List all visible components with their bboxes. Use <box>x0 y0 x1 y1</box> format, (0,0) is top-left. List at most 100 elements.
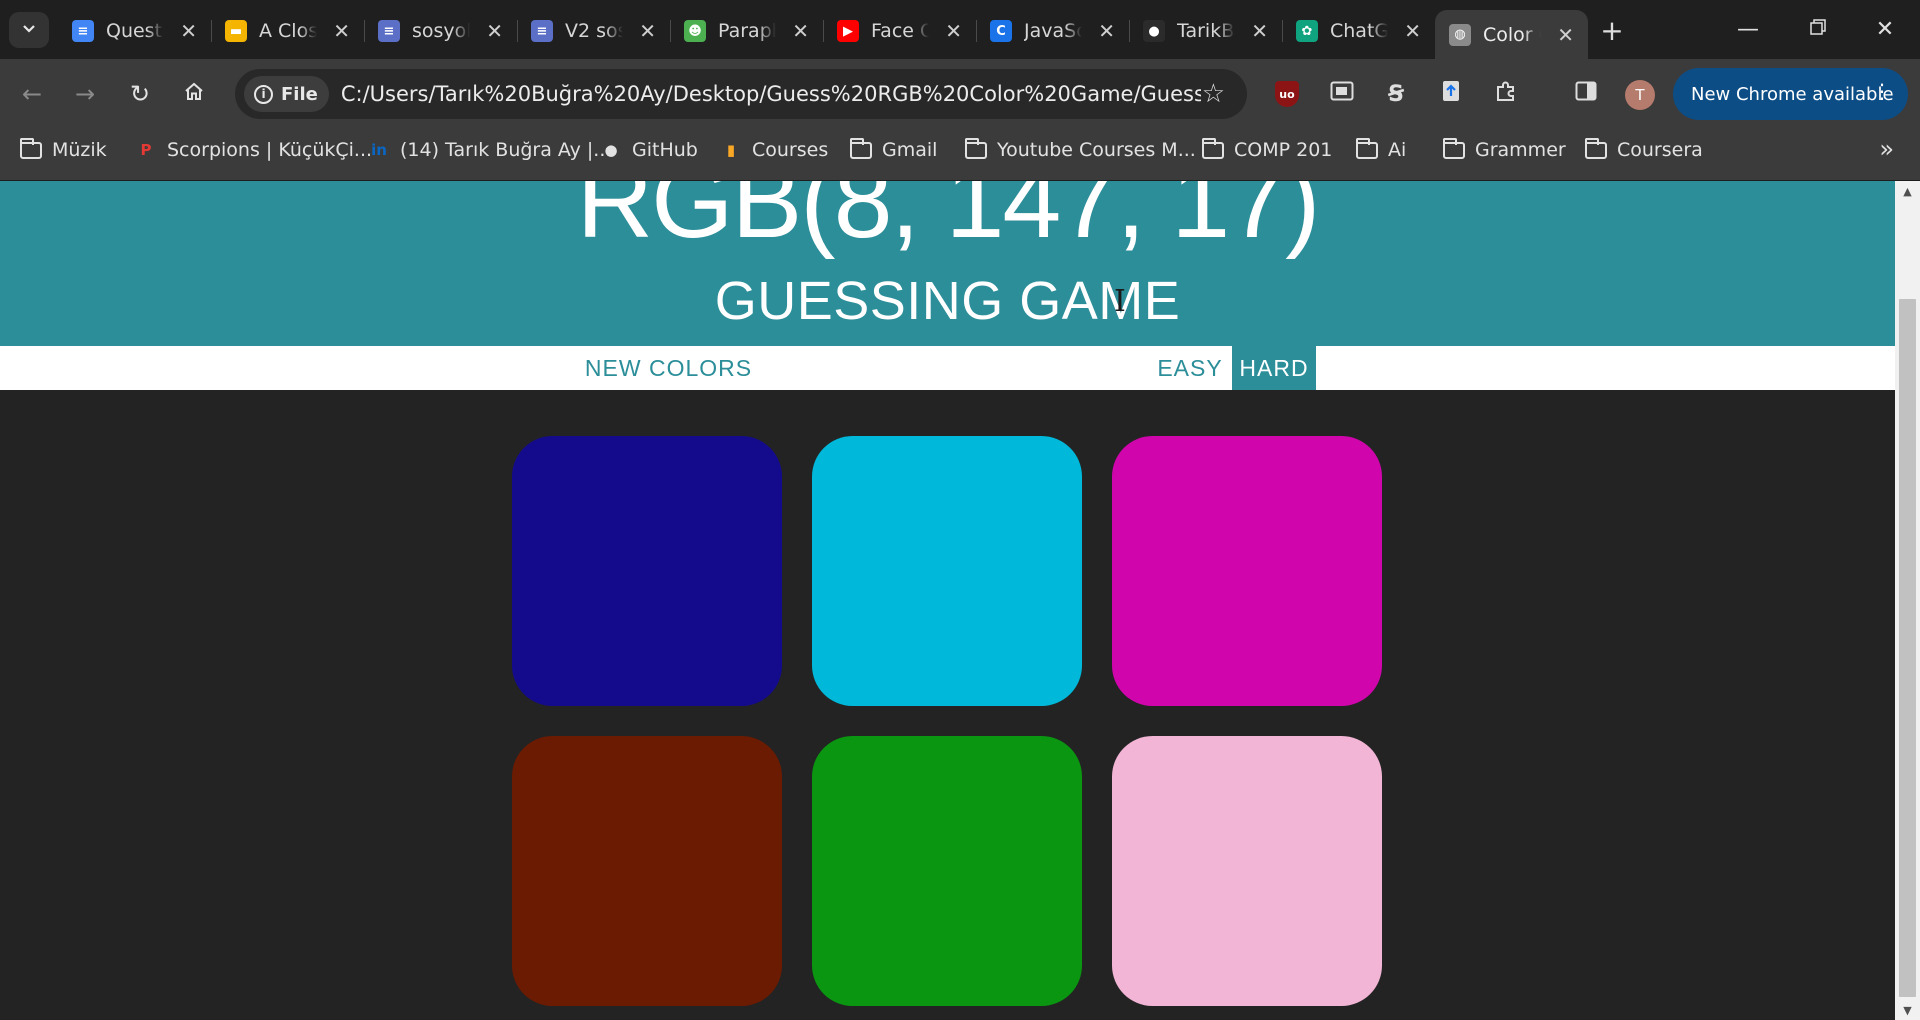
more-vertical-icon: ⋮ <box>1872 79 1892 103</box>
new-colors-button[interactable]: NEW COLORS <box>580 346 757 390</box>
bookmark-item[interactable]: P Scorpions | KüçükÇi... <box>135 129 373 171</box>
close-tab-icon[interactable]: ✕ <box>945 19 962 43</box>
back-button[interactable]: ← <box>14 76 50 112</box>
close-tab-icon[interactable]: ✕ <box>1404 19 1421 43</box>
color-square[interactable] <box>512 736 782 1006</box>
folder-icon <box>1585 137 1607 161</box>
update-label: New Chrome available <box>1691 83 1894 105</box>
tab-title: Questions <box>106 20 164 42</box>
github-icon: ● <box>1143 20 1165 42</box>
more-bookmarks-icon[interactable]: » <box>1879 135 1894 163</box>
bookmark-item[interactable]: Müzik <box>20 129 107 171</box>
close-tab-icon[interactable]: ✕ <box>1251 19 1268 43</box>
browser-tab[interactable]: ▶ Face Co ✕ <box>823 10 976 52</box>
tab-strip: ≡ Questions ✕ ▬ A Closer Look ✕ ≡ sosyoloji ✕ ≡ V2… <box>0 0 1920 59</box>
folder-shape <box>1356 137 1378 159</box>
browser-tab[interactable]: ✿ ChatGPT ✕ <box>1282 10 1435 52</box>
bookmark-star-icon[interactable]: ☆ <box>1202 79 1225 109</box>
reload-icon: ↻ <box>129 80 151 108</box>
browser-tab[interactable]: C JavaScript ✕ <box>976 10 1129 52</box>
close-tab-icon[interactable]: ✕ <box>1557 23 1574 47</box>
color-square[interactable] <box>512 436 782 706</box>
google-docs-icon: ≡ <box>72 20 94 42</box>
close-tab-icon[interactable]: ✕ <box>792 19 809 43</box>
side-panel-button[interactable] <box>1568 76 1604 112</box>
close-tab-icon[interactable]: ✕ <box>180 19 197 43</box>
close-tab-icon[interactable]: ✕ <box>486 19 503 43</box>
bookmark-label: Gmail <box>882 139 938 161</box>
close-tab-icon[interactable]: ✕ <box>1098 19 1115 43</box>
tab-title: Face Co <box>871 20 929 42</box>
close-tab-icon[interactable]: ✕ <box>639 19 656 43</box>
scroll-up-arrow-icon[interactable]: ▲ <box>1895 181 1920 201</box>
profile-avatar[interactable]: T <box>1625 80 1655 110</box>
site-info-chip[interactable]: i File <box>244 76 329 112</box>
bookmark-label: Courses <box>752 139 829 161</box>
browser-tab[interactable]: ≡ V2 sosyoloji ✕ <box>517 10 670 52</box>
document-circle-icon: ≡ <box>378 20 400 42</box>
scrollbar-thumb[interactable] <box>1899 299 1916 997</box>
easy-mode-button[interactable]: EASY <box>1148 346 1232 390</box>
minimize-button[interactable]: — <box>1713 0 1783 58</box>
vertical-scrollbar[interactable]: ▲ ▼ <box>1895 181 1920 1020</box>
home-button[interactable] <box>176 76 212 112</box>
bookmark-item[interactable]: Youtube Courses M... <box>965 129 1196 171</box>
color-square[interactable] <box>812 436 1082 706</box>
picture-in-picture-extension-button[interactable] <box>1324 76 1360 112</box>
bookmark-item[interactable]: Grammer <box>1443 129 1566 171</box>
reload-button[interactable]: ↻ <box>122 76 158 112</box>
color-square[interactable] <box>1112 436 1382 706</box>
bookmark-item[interactable]: ● GitHub <box>600 129 697 171</box>
browser-tab[interactable]: ▬ A Closer Look ✕ <box>211 10 364 52</box>
forward-button[interactable]: → <box>67 76 103 112</box>
folder-shape <box>20 137 42 159</box>
check-lightning-icon: Ꞩ <box>1388 81 1404 107</box>
bookmark-item[interactable]: COMP 201 <box>1202 129 1332 171</box>
url-text[interactable]: C:/Users/Tarık%20Buğra%20Ay/Desktop/Gues… <box>341 82 1201 106</box>
new-tab-button[interactable]: + <box>1596 13 1628 47</box>
bookmark-item[interactable]: ▮ Courses <box>720 129 828 171</box>
folder-icon <box>1443 137 1465 161</box>
new-chrome-available-button[interactable]: New Chrome available ⋮ <box>1673 68 1908 120</box>
folder-icon <box>20 137 42 161</box>
folder-shape <box>850 137 872 159</box>
youtube-icon: ▶ <box>837 20 859 42</box>
c-logo-icon: C <box>990 20 1012 42</box>
bookmark-label: COMP 201 <box>1234 139 1333 161</box>
extensions-button[interactable] <box>1488 76 1524 112</box>
bookmark-label: Coursera <box>1617 139 1703 161</box>
browser-tab[interactable]: ◍ Color Game ✕ <box>1435 10 1588 59</box>
ublock-extension-button[interactable]: uo <box>1269 76 1305 112</box>
bookmark-item[interactable]: in (14) Tarık Buğra Ay |... <box>368 129 611 171</box>
browser-tab[interactable]: ≡ sosyoloji ✕ <box>364 10 517 52</box>
info-icon: i <box>254 84 273 104</box>
close-icon: ✕ <box>1875 16 1895 42</box>
hard-mode-button[interactable]: HARD <box>1232 346 1316 390</box>
address-bar[interactable]: i File C:/Users/Tarık%20Buğra%20Ay/Deskt… <box>235 69 1247 119</box>
folder-icon <box>965 137 987 161</box>
bookmark-item[interactable]: Coursera <box>1585 129 1703 171</box>
folder-shape <box>965 137 987 159</box>
bookmark-item[interactable]: Gmail <box>850 129 937 171</box>
bookmark-label: (14) Tarık Buğra Ay |... <box>400 139 612 161</box>
restore-button[interactable] <box>1783 0 1853 58</box>
bookmark-item[interactable]: Ai <box>1356 129 1406 171</box>
grammar-extension-button[interactable]: Ꞩ <box>1378 76 1414 112</box>
color-square[interactable] <box>1112 736 1382 1006</box>
browser-tab[interactable]: ● TarikBugra ✕ <box>1129 10 1282 52</box>
scroll-down-arrow-icon[interactable]: ▼ <box>1895 1000 1920 1020</box>
bookmark-label: Grammer <box>1475 139 1566 161</box>
github-icon: ● <box>604 141 618 159</box>
close-window-button[interactable]: ✕ <box>1850 0 1920 58</box>
plus-icon: + <box>1600 13 1624 47</box>
folder-icon <box>1202 137 1224 161</box>
close-tab-icon[interactable]: ✕ <box>333 19 350 43</box>
upload-extension-button[interactable] <box>1433 76 1469 112</box>
browser-tab[interactable]: ≡ Questions ✕ <box>58 10 211 52</box>
ublock-icon: uo <box>1275 81 1299 107</box>
color-square[interactable] <box>812 736 1082 1006</box>
tab-search-button[interactable] <box>9 12 49 48</box>
bookmark-label: Youtube Courses M... <box>997 139 1196 161</box>
puzzle-piece-icon <box>1494 79 1518 109</box>
browser-tab[interactable]: ☻ Paraphraser ✕ <box>670 10 823 52</box>
